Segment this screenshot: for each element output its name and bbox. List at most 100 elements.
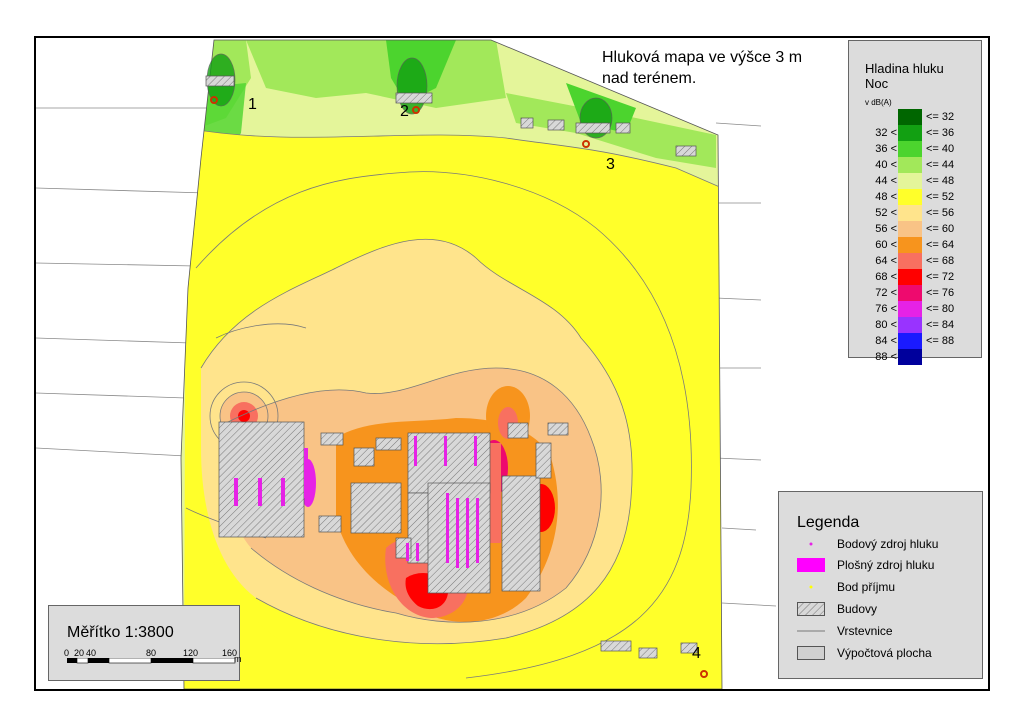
area-source [234, 478, 238, 506]
noise-class-swatch [898, 349, 922, 365]
area-source [406, 543, 409, 561]
noise-class-low: 88 < [875, 351, 897, 363]
map-legend: Legenda Bodový zdroj hluku Plošný zdroj … [778, 491, 983, 679]
noise-class-low: 80 < [875, 319, 897, 331]
scale-tick: 0 [64, 648, 70, 658]
noise-class-swatch [898, 285, 922, 301]
noise-class-high: <= 88 [926, 335, 955, 347]
noise-class-high: <= 32 [926, 111, 955, 123]
area-source [476, 498, 479, 563]
noise-class-low: 68 < [875, 271, 897, 283]
noise-class-high: <= 44 [926, 159, 955, 171]
legend-label: Plošný zdroj hluku [837, 558, 935, 572]
noise-class-low: 76 < [875, 303, 897, 315]
map-title: Hluková mapa ve výšce 3 m nad terénem. [602, 47, 802, 89]
legend-item-receiver-point: Bod příjmu [797, 578, 982, 598]
noise-class-high: <= 80 [926, 303, 955, 315]
contour-line [36, 447, 187, 457]
noise-legend-title: Hladina hluku Noc [865, 61, 944, 91]
noise-class-high: <= 84 [926, 319, 955, 331]
noise-legend-title-line2: Noc [865, 76, 889, 91]
legend-label: Bodový zdroj hluku [837, 537, 939, 551]
noise-class-low: 44 < [875, 175, 897, 187]
contour-line [721, 602, 777, 607]
noise-class-row: 32 < <= 36 [849, 125, 983, 141]
legend-label: Vrstevnice [837, 624, 893, 638]
building [205, 75, 235, 87]
contour-line [36, 262, 197, 267]
area-source [444, 436, 447, 466]
area-source [416, 543, 419, 561]
noise-class-row: 36 < <= 40 [849, 141, 983, 157]
noise-class-swatch [898, 221, 922, 237]
building-hatch-symbol [797, 602, 825, 616]
noise-class-row: 60 < <= 64 [849, 237, 983, 253]
noise-class-low: 56 < [875, 223, 897, 235]
building [535, 442, 552, 479]
noise-class-high: <= 76 [926, 287, 955, 299]
legend-label: Bod příjmu [837, 580, 896, 594]
noise-class-swatch [898, 157, 922, 173]
noise-class-swatch [898, 269, 922, 285]
building [350, 482, 402, 534]
contour-line [36, 337, 192, 344]
noise-class-row: 88 < [849, 349, 983, 365]
noise-class-high: <= 60 [926, 223, 955, 235]
building [547, 422, 569, 436]
building [638, 647, 658, 659]
area-source [446, 493, 449, 563]
noise-class-row: 40 < <= 44 [849, 157, 983, 173]
noise-class-low: 84 < [875, 335, 897, 347]
receiver-label-1: 1 [248, 96, 257, 113]
noise-class-swatch [898, 173, 922, 189]
noise-class-swatch [898, 317, 922, 333]
contour-line [721, 527, 757, 531]
building [675, 145, 697, 157]
noise-class-row: 68 < <= 72 [849, 269, 983, 285]
noise-class-swatch [898, 205, 922, 221]
noise-class-high: <= 36 [926, 127, 955, 139]
contour-line [36, 187, 207, 194]
building [547, 119, 565, 131]
scale-title: Měřítko 1:3800 [67, 624, 174, 641]
noise-class-swatch [898, 189, 922, 205]
building [615, 122, 631, 134]
area-source-symbol [797, 558, 825, 572]
noise-class-row: 44 < <= 48 [849, 173, 983, 189]
area-source [258, 478, 262, 506]
point-source-symbol [797, 537, 825, 551]
noise-class-row: 64 < <= 68 [849, 253, 983, 269]
legend-item-area-source: Plošný zdroj hluku [797, 556, 982, 576]
noise-class-row: 84 < <= 88 [849, 333, 983, 349]
legend-item-calc-area: Výpočtová plocha [797, 644, 982, 664]
noise-class-row: <= 32 [849, 109, 983, 125]
receiver-label-3: 3 [606, 156, 615, 173]
noise-class-high: <= 40 [926, 143, 955, 155]
building [507, 422, 529, 439]
noise-class-low: 60 < [875, 239, 897, 251]
noise-class-row: 76 < <= 80 [849, 301, 983, 317]
area-source [304, 448, 308, 498]
scale-tick: 40 [86, 648, 97, 658]
noise-class-swatch [898, 333, 922, 349]
area-source [474, 436, 477, 466]
noise-class-swatch [898, 301, 922, 317]
noise-class-low: 52 < [875, 207, 897, 219]
area-source [281, 478, 285, 506]
receiver-label-2: 2 [400, 103, 409, 120]
legend-item-contour: Vrstevnice [797, 622, 982, 642]
building [318, 515, 342, 533]
building [375, 437, 402, 451]
noise-legend-title-line1: Hladina hluku [865, 61, 944, 76]
scale-bar [67, 658, 236, 664]
scale-tick: 80 [146, 648, 157, 658]
map-frame: Hluková mapa ve výšce 3 m nad terénem. 1… [34, 36, 990, 691]
contour-line-symbol [797, 624, 825, 638]
building [600, 640, 632, 652]
noise-class-row: 56 < <= 60 [849, 221, 983, 237]
contour-line [715, 297, 762, 301]
noise-class-low: 72 < [875, 287, 897, 299]
map-title-line2: nad terénem. [602, 70, 697, 87]
noise-class-high: <= 68 [926, 255, 955, 267]
scale-tick: 120 [183, 648, 199, 658]
